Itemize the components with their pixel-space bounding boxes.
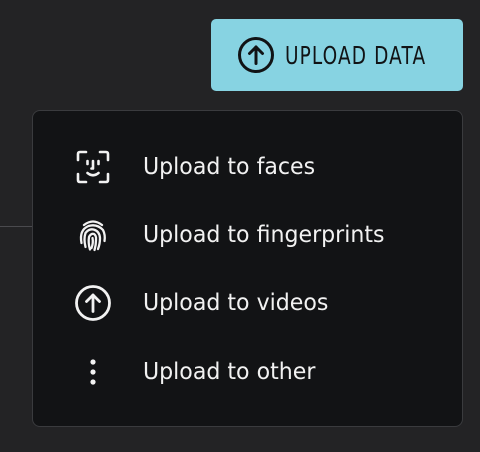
arrow-up-circle-icon — [73, 283, 113, 323]
fingerprint-icon — [73, 215, 113, 255]
menu-item-upload-other[interactable]: Upload to other — [33, 344, 462, 400]
menu-item-label: Upload to videos — [143, 290, 329, 316]
menu-item-upload-fingerprints[interactable]: Upload to fingerprints — [33, 207, 462, 263]
arrow-up-circle-icon — [237, 36, 275, 74]
upload-data-button[interactable]: UPLOAD DATA — [211, 19, 463, 91]
menu-item-label: Upload to faces — [143, 154, 316, 180]
menu-item-label: Upload to other — [143, 359, 316, 385]
menu-item-upload-videos[interactable]: Upload to videos — [33, 275, 462, 331]
more-vertical-icon — [73, 352, 113, 392]
upload-data-label: UPLOAD DATA — [285, 40, 427, 70]
menu-item-upload-faces[interactable]: Upload to faces — [33, 139, 462, 195]
background-divider — [0, 226, 32, 227]
face-scan-icon — [73, 147, 113, 187]
upload-menu: Upload to faces Upload to fingerprints U… — [32, 110, 463, 427]
menu-item-label: Upload to fingerprints — [143, 222, 385, 248]
